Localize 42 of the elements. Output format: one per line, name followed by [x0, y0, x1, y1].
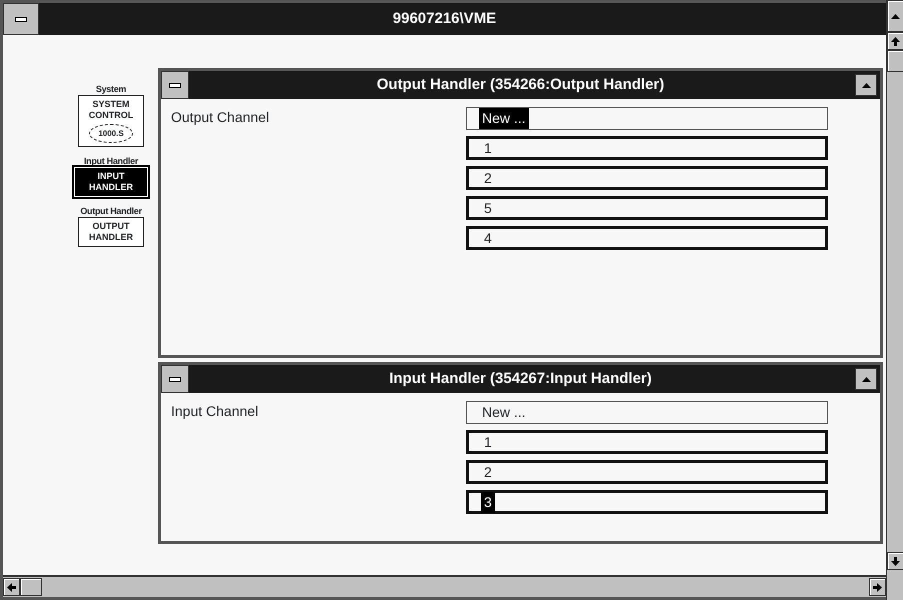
triangle-up-icon	[862, 374, 870, 384]
scroll-thumb[interactable]	[20, 578, 42, 596]
arrow-down-icon	[891, 556, 900, 566]
child-window-title: Input Handler (354267:Input Handler)	[388, 368, 653, 389]
scroll-right-button[interactable]	[869, 578, 886, 596]
maximize-button[interactable]	[855, 368, 877, 390]
arrow-left-icon	[7, 582, 16, 592]
system-menu-button[interactable]	[161, 365, 189, 393]
minus-icon	[15, 16, 27, 22]
maximize-button[interactable]	[855, 74, 877, 96]
module-icon[interactable]: INPUT HANDLER	[74, 167, 148, 197]
field-label: Output Channel	[171, 108, 270, 127]
triangle-up-icon	[891, 12, 900, 20]
scroll-thumb[interactable]	[887, 50, 903, 72]
system-menu-button[interactable]	[3, 3, 39, 35]
child-window-title: Output Handler (354266:Output Handler)	[376, 74, 666, 95]
maximize-button[interactable]	[887, 0, 903, 32]
module-icon[interactable]: SYSTEM CONTROL 1000.S	[78, 95, 144, 147]
channel-field[interactable]: 4	[466, 226, 828, 250]
icon-label: System	[96, 85, 126, 94]
channel-field[interactable]: 2	[466, 460, 828, 484]
scroll-up-button[interactable]	[887, 32, 903, 50]
new-entry-field[interactable]: New ...	[466, 107, 828, 130]
arrow-up-icon	[891, 36, 900, 46]
channel-field[interactable]: 1	[466, 136, 828, 160]
triangle-up-icon	[862, 80, 870, 90]
channel-field[interactable]: 3	[466, 490, 828, 514]
scroll-left-button[interactable]	[3, 578, 20, 596]
field-label: Input Channel	[171, 402, 260, 421]
channel-field[interactable]: 1	[466, 430, 828, 454]
channel-field[interactable]: 5	[466, 196, 828, 220]
minus-icon	[169, 82, 181, 88]
icon-label: Output Handler	[80, 207, 142, 216]
module-icon[interactable]: OUTPUT HANDLER	[78, 217, 144, 247]
channel-field[interactable]: 2	[466, 166, 828, 190]
icon-label: Input Handler	[84, 157, 138, 166]
new-entry-field[interactable]: New ...	[466, 401, 828, 424]
scroll-down-button[interactable]	[887, 552, 903, 570]
window-title: 99607216\VME	[392, 8, 498, 29]
minus-icon	[169, 376, 181, 382]
system-menu-button[interactable]	[161, 71, 189, 99]
arrow-right-icon	[873, 582, 882, 592]
